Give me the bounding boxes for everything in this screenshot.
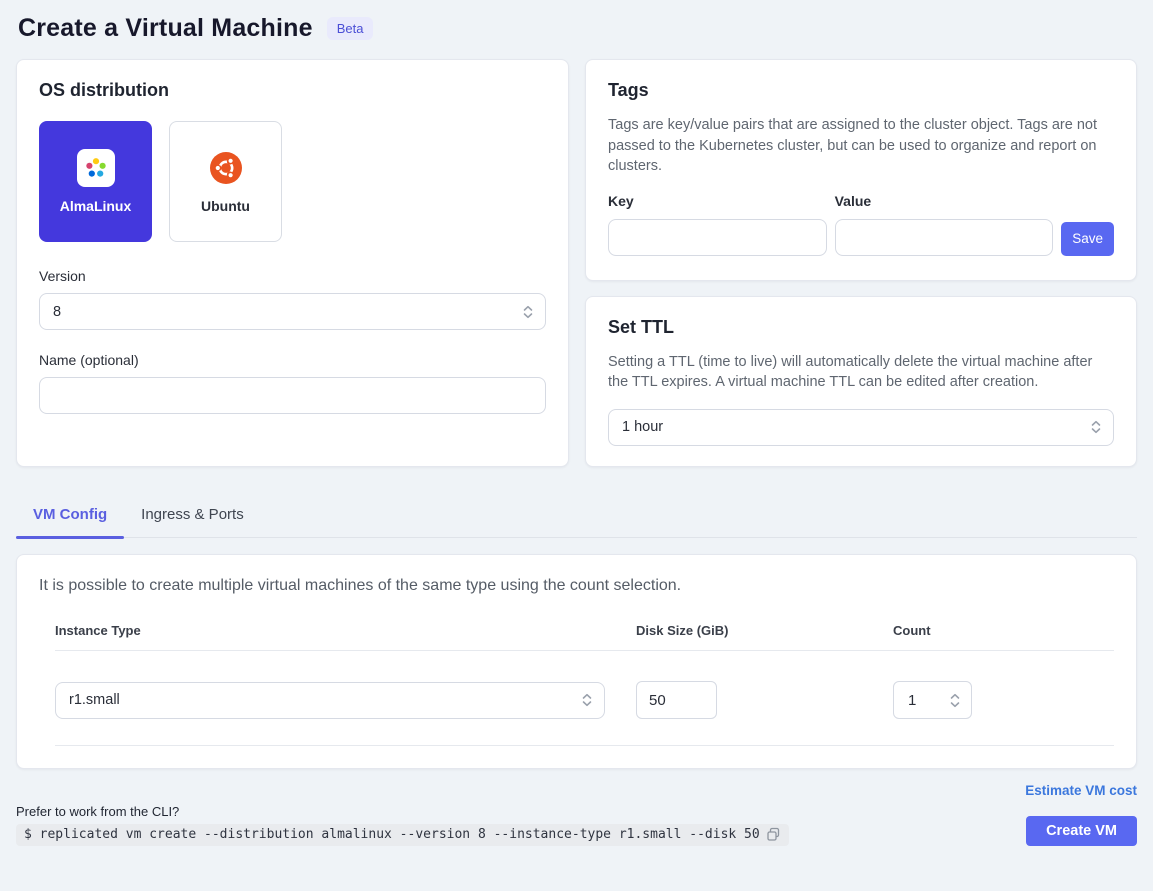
chevron-up-down-icon [1090,419,1102,435]
tags-description: Tags are key/value pairs that are assign… [608,115,1114,177]
table-row: r1.small 1 [55,651,1114,746]
cli-command-block: $ replicated vm create --distribution al… [16,824,789,846]
tag-value-label: Value [835,193,1054,209]
ttl-select[interactable]: 1 hour [608,409,1114,446]
os-tile-list: AlmaLinux [39,121,546,242]
count-stepper[interactable]: 1 [893,681,972,719]
vm-name-input[interactable] [39,377,546,414]
page-title: Create a Virtual Machine [18,14,313,43]
stepper-arrows-icon[interactable] [949,693,961,708]
ttl-card-content: Set TTL Setting a TTL (time to live) wil… [586,297,1136,466]
copy-icon [766,827,781,842]
almalinux-logo-box [77,149,115,187]
tag-key-column: Key [608,193,827,256]
tags-card-title: Tags [608,80,1114,101]
chevron-up-down-icon [581,692,593,708]
chevron-up-down-icon [522,304,534,320]
beta-badge: Beta [327,17,374,40]
vm-config-intro: It is possible to create multiple virtua… [39,577,1114,595]
disk-size-cell [636,681,893,719]
estimate-vm-cost-link[interactable]: Estimate VM cost [1025,783,1137,798]
os-tile-almalinux[interactable]: AlmaLinux [39,121,152,242]
os-distribution-card: OS distribution [16,59,569,467]
os-tile-label: Ubuntu [201,198,250,214]
table-header-row: Instance Type Disk Size (GiB) Count [55,623,1114,651]
ubuntu-icon [209,151,243,185]
os-card-title: OS distribution [39,80,546,101]
set-ttl-card: Set TTL Setting a TTL (time to live) wil… [585,296,1137,467]
tag-value-column: Value [835,193,1054,256]
ubuntu-logo-box [207,149,245,187]
tab-ingress-ports[interactable]: Ingress & Ports [124,494,261,537]
tab-bar: VM Config Ingress & Ports [16,494,1137,538]
create-vm-page: Create a Virtual Machine Beta OS distrib… [0,0,1153,891]
cli-prompt-text: Prefer to work from the CLI? [16,804,789,819]
copy-command-button[interactable] [766,827,781,842]
instance-type-cell: r1.small [55,682,636,719]
vm-config-card: It is possible to create multiple virtua… [16,554,1137,769]
cli-command-text: $ replicated vm create --distribution al… [24,827,760,842]
page-header: Create a Virtual Machine Beta [16,14,1137,43]
tab-vm-config[interactable]: VM Config [16,494,124,537]
column-header-count: Count [893,623,1114,638]
ttl-select-value: 1 hour [622,419,663,435]
os-tile-ubuntu[interactable]: Ubuntu [169,121,282,242]
ttl-description: Setting a TTL (time to live) will automa… [608,352,1114,393]
tags-card: Tags Tags are key/value pairs that are a… [585,59,1137,281]
save-tag-button[interactable]: Save [1061,222,1114,256]
footer-link-row: Estimate VM cost [16,783,1137,798]
disk-size-input[interactable] [636,681,717,719]
tag-key-input[interactable] [608,219,827,256]
column-header-disk-size: Disk Size (GiB) [636,623,893,638]
vm-config-table: Instance Type Disk Size (GiB) Count r1.s… [55,623,1114,746]
ttl-card-title: Set TTL [608,317,1114,338]
column-header-instance-type: Instance Type [55,623,636,638]
tag-value-input[interactable] [835,219,1054,256]
tags-card-content: Tags Tags are key/value pairs that are a… [586,60,1136,280]
count-value: 1 [908,692,949,709]
instance-type-value: r1.small [69,692,120,708]
tag-key-label: Key [608,193,827,209]
top-grid: OS distribution [16,59,1137,467]
create-vm-button[interactable]: Create VM [1026,816,1137,846]
version-label: Version [39,268,546,284]
right-column: Tags Tags are key/value pairs that are a… [585,59,1137,467]
footer-action-row: Prefer to work from the CLI? $ replicate… [16,804,1137,846]
instance-type-select[interactable]: r1.small [55,682,605,719]
vm-config-content: It is possible to create multiple virtua… [17,555,1136,768]
version-select[interactable]: 8 [39,293,546,330]
os-tile-label: AlmaLinux [60,198,132,214]
cli-section: Prefer to work from the CLI? $ replicate… [16,804,789,846]
tag-entry-row: Key Value Save [608,193,1114,256]
os-card-content: OS distribution [17,60,568,434]
version-select-value: 8 [53,304,61,320]
almalinux-icon [83,155,109,181]
count-cell: 1 [893,681,1114,719]
vm-name-label: Name (optional) [39,352,546,368]
